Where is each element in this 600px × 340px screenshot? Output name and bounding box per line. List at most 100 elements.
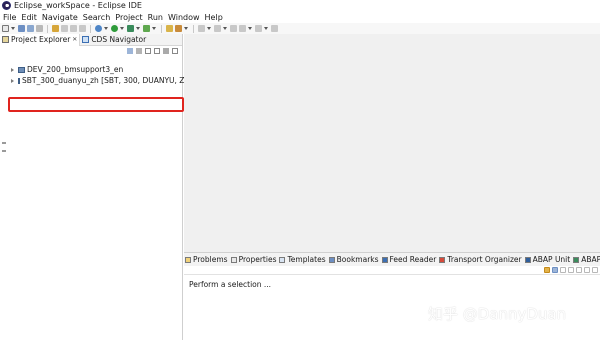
side-marker — [2, 150, 6, 152]
new-icon[interactable] — [2, 25, 9, 32]
run-icon[interactable] — [111, 25, 118, 32]
tab-problems[interactable]: Problems — [185, 255, 228, 264]
bottom-panel-toolbar — [184, 266, 600, 274]
menu-project[interactable]: Project — [115, 13, 142, 22]
menu-help[interactable]: Help — [205, 13, 223, 22]
tab-label: ABAP Unit — [532, 255, 571, 264]
open-abap-object-icon[interactable] — [52, 25, 59, 32]
tree-item-sbt-project[interactable]: SBT_300_duanyu_zh [SBT, 300, DUANYU, ZH] — [0, 75, 193, 86]
tab-project-explorer-label: Project Explorer — [11, 35, 71, 44]
left-panel-tab-bar: Project Explorer ✕ CDS Navigator — [0, 33, 182, 46]
tab-feed-reader[interactable]: Feed Reader — [381, 255, 437, 264]
toolbar-separator — [47, 24, 48, 33]
external-tools-dropdown-icon[interactable] — [136, 27, 140, 30]
refresh-icon[interactable] — [584, 267, 590, 273]
previous-annotation-dropdown-icon[interactable] — [223, 27, 227, 30]
task-dropdown-icon[interactable] — [184, 27, 188, 30]
project-explorer-panel: Project Explorer ✕ CDS Navigator DEV_200… — [0, 33, 193, 340]
open-type-icon[interactable] — [166, 25, 173, 32]
abap-project-icon — [18, 66, 25, 73]
selection-message: Perform a selection ... — [189, 280, 272, 289]
window-title: Eclipse_workSpace - Eclipse IDE — [14, 1, 142, 10]
last-edit-location-icon[interactable] — [230, 25, 237, 32]
expand-arrow-icon[interactable] — [11, 67, 14, 72]
editor-area — [184, 34, 600, 252]
external-tools-icon[interactable] — [127, 25, 134, 32]
expand-arrow-icon[interactable] — [11, 78, 14, 83]
back-icon[interactable] — [560, 267, 566, 273]
toolbar-separator — [161, 24, 162, 33]
next-annotation-icon[interactable] — [198, 25, 205, 32]
tab-cds-navigator[interactable]: CDS Navigator — [80, 34, 148, 46]
tab-label: Problems — [193, 255, 228, 264]
previous-annotation-icon[interactable] — [214, 25, 221, 32]
highlight-box — [8, 97, 184, 112]
search-abap-icon[interactable] — [61, 25, 68, 32]
tab-label: Feed Reader — [389, 255, 437, 264]
menu-window[interactable]: Window — [168, 13, 200, 22]
maximize-icon[interactable] — [172, 47, 178, 54]
activate-all-icon[interactable] — [79, 25, 86, 32]
tab-bookmarks[interactable]: Bookmarks — [328, 255, 379, 264]
tab-templates[interactable]: Templates — [279, 255, 326, 264]
transport-organizer-icon — [439, 256, 446, 263]
debug-dropdown-icon[interactable] — [104, 27, 108, 30]
debug-icon[interactable] — [95, 25, 102, 32]
home-icon[interactable] — [576, 267, 582, 273]
next-annotation-dropdown-icon[interactable] — [207, 27, 211, 30]
collapse-all-icon[interactable] — [127, 47, 133, 54]
new-dropdown-icon[interactable] — [11, 27, 15, 30]
tab-abap-language-help[interactable]: ABAP Language Hel — [573, 255, 600, 264]
minimize-icon[interactable] — [163, 47, 169, 54]
main-toolbar — [0, 23, 600, 34]
view-menu-icon[interactable] — [154, 47, 160, 54]
link-icon[interactable] — [544, 267, 550, 273]
bookmarks-icon — [328, 256, 335, 263]
menu-navigate[interactable]: Navigate — [42, 13, 78, 22]
filter-icon[interactable] — [145, 47, 151, 54]
view-menu-icon[interactable] — [592, 267, 598, 273]
tab-abap-unit[interactable]: ABAP Unit — [524, 255, 571, 264]
menu-run[interactable]: Run — [148, 13, 163, 22]
tab-label: ABAP Language Hel — [581, 255, 600, 264]
activate-icon[interactable] — [70, 25, 77, 32]
save-all-icon[interactable] — [27, 25, 34, 32]
tree-item-label: DEV_200_bmsupport3_en — [27, 65, 124, 74]
link-with-editor-icon[interactable] — [136, 47, 142, 54]
new-abap-project-icon[interactable] — [143, 25, 150, 32]
forward-dropdown-icon[interactable] — [264, 27, 268, 30]
tab-project-explorer[interactable]: Project Explorer ✕ — [0, 33, 81, 46]
menu-search[interactable]: Search — [83, 13, 110, 22]
pin-icon[interactable] — [552, 267, 558, 273]
tab-properties[interactable]: Properties — [230, 255, 276, 264]
feed-reader-icon — [381, 256, 388, 263]
close-icon[interactable]: ✕ — [72, 36, 77, 43]
tab-transport-organizer[interactable]: Transport Organizer — [439, 255, 522, 264]
toolbar-separator — [90, 24, 91, 33]
toolbar-separator — [193, 24, 194, 33]
eclipse-icon — [2, 1, 11, 10]
forward-icon[interactable] — [568, 267, 574, 273]
back-icon[interactable] — [239, 25, 246, 32]
print-icon[interactable] — [36, 25, 43, 32]
abap-language-help-icon — [573, 256, 580, 263]
bottom-panel: Problems Properties Templates Bookmarks … — [184, 252, 600, 340]
cds-navigator-icon — [82, 36, 90, 43]
new-abap-project-dropdown-icon[interactable] — [152, 27, 156, 30]
menu-bar: File Edit Navigate Search Project Run Wi… — [0, 11, 600, 23]
back-dropdown-icon[interactable] — [248, 27, 252, 30]
project-explorer-toolbar — [0, 46, 182, 55]
tab-cds-navigator-label: CDS Navigator — [91, 35, 147, 44]
open-task-icon[interactable] — [175, 25, 182, 32]
menu-edit[interactable]: Edit — [21, 13, 37, 22]
menu-file[interactable]: File — [3, 13, 16, 22]
forward-icon[interactable] — [255, 25, 262, 32]
save-icon[interactable] — [18, 25, 25, 32]
pin-editor-icon[interactable] — [271, 25, 278, 32]
run-dropdown-icon[interactable] — [120, 27, 124, 30]
tree-item-dev-project[interactable]: DEV_200_bmsupport3_en — [0, 64, 182, 75]
problems-icon — [185, 256, 191, 263]
bottom-panel-tab-bar: Problems Properties Templates Bookmarks … — [184, 253, 600, 266]
tab-label: Templates — [287, 255, 326, 264]
tab-label: Transport Organizer — [447, 255, 522, 264]
